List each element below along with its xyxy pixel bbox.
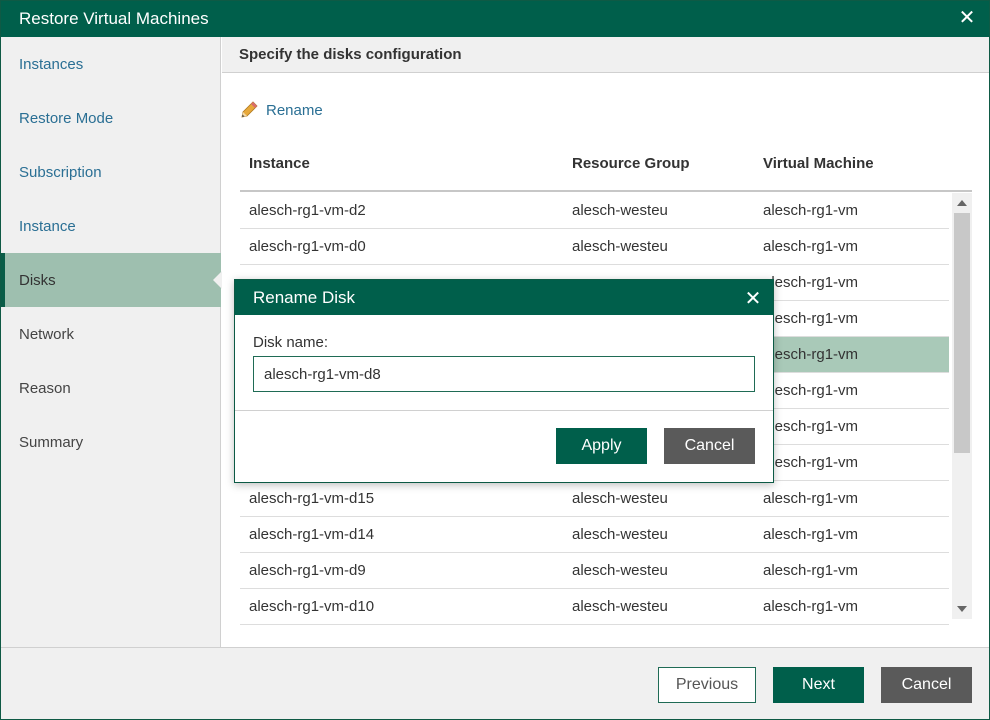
step-label: Reason — [19, 379, 71, 397]
table-row[interactable]: alesch-rg1-vm-d10 alesch-westeu alesch-rg1… — [240, 589, 949, 625]
cell-instance: alesch-rg1-vm-d2 — [249, 202, 366, 219]
cell-resource-group: alesch-westeu — [572, 562, 668, 579]
restore-vm-wizard: Restore Virtual Machines ✕ Instances Res… — [0, 0, 990, 720]
cell-virtual-machine: alesch-rg1-vm — [763, 490, 859, 507]
table-row[interactable]: alesch-rg1-vm-d9 alesch-westeu alesch-rg1-… — [240, 553, 949, 589]
cell-virtual-machine: alesch-rg1-vm — [763, 562, 859, 579]
col-resource-group[interactable]: Resource Group — [572, 155, 690, 172]
close-icon[interactable]: ✕ — [957, 8, 977, 28]
dialog-cancel-button[interactable]: Cancel — [664, 428, 755, 464]
cell-virtual-machine: alesch-rg1-vm — [763, 418, 859, 435]
disk-name-input[interactable] — [253, 356, 755, 392]
step-instance[interactable]: Instance — [1, 199, 221, 253]
disks-table-header: Instance Resource Group Virtual Machine — [240, 147, 972, 192]
cell-resource-group: alesch-westeu — [572, 490, 668, 507]
step-disks[interactable]: Disks — [1, 253, 222, 307]
step-reason: Reason — [1, 361, 221, 415]
rename-label: Rename — [266, 101, 323, 119]
title-bar: Restore Virtual Machines ✕ — [1, 1, 989, 37]
step-label: Subscription — [19, 163, 102, 181]
cell-virtual-machine: alesch-rg1-vm — [763, 274, 859, 291]
cell-instance: alesch-rg1-vm-d0 — [249, 238, 366, 255]
col-virtual-machine[interactable]: Virtual Machine — [763, 155, 874, 172]
previous-button[interactable]: Previous — [658, 667, 756, 703]
window-title: Restore Virtual Machines — [19, 9, 209, 28]
step-label: Summary — [19, 433, 84, 451]
cell-resource-group: alesch-westeu — [572, 202, 668, 219]
cell-virtual-machine: alesch-rg1-vm — [763, 526, 859, 543]
step-label: Instance — [19, 217, 76, 235]
step-restore-mode[interactable]: Restore Mode — [1, 91, 221, 145]
step-label: Network — [19, 325, 75, 343]
wizard-steps-sidebar: Instances Restore Mode Subscription Inst… — [1, 37, 222, 647]
col-instance[interactable]: Instance — [249, 155, 310, 172]
dialog-title: Rename Disk — [253, 287, 356, 307]
scroll-down-icon[interactable] — [957, 606, 967, 612]
cell-virtual-machine: alesch-rg1-vm — [763, 346, 859, 363]
cancel-button[interactable]: Cancel — [881, 667, 972, 703]
scroll-thumb[interactable] — [954, 213, 970, 453]
rename-disk-dialog: Rename Disk ✕ Disk name: Apply Cancel — [234, 279, 774, 483]
cell-resource-group: alesch-westeu — [572, 526, 668, 543]
table-row[interactable]: alesch-rg1-vm-d2 alesch-westeu alesch-rg1-… — [240, 193, 949, 229]
cell-instance: alesch-rg1-vm-d10 — [249, 598, 375, 615]
table-row[interactable]: alesch-rg1-vm-d15 alesch-westeu alesch-rg1… — [240, 481, 949, 517]
table-scrollbar[interactable] — [952, 193, 972, 619]
apply-button[interactable]: Apply — [556, 428, 647, 464]
pencil-icon — [241, 101, 258, 118]
cell-virtual-machine: alesch-rg1-vm — [763, 202, 859, 219]
scroll-up-icon[interactable] — [957, 200, 967, 206]
dialog-title-bar: Rename Disk ✕ — [235, 280, 773, 315]
next-button[interactable]: Next — [773, 667, 864, 703]
cell-instance: alesch-rg1-vm-d9 — [249, 562, 366, 579]
cell-virtual-machine: alesch-rg1-vm — [763, 382, 859, 399]
table-row[interactable]: alesch-rg1-vm-d0 alesch-westeu alesch-rg1-… — [240, 229, 949, 265]
cell-instance: alesch-rg1-vm-d15 — [249, 490, 375, 507]
table-row[interactable]: alesch-rg1-vm-d14 alesch-westeu alesch-rg1… — [240, 517, 949, 553]
cell-virtual-machine: alesch-rg1-vm — [763, 598, 859, 615]
step-label: Restore Mode — [19, 109, 114, 127]
disk-name-label: Disk name: — [253, 334, 329, 351]
cell-instance: alesch-rg1-vm-d14 — [249, 526, 375, 543]
step-label: Disks — [19, 271, 56, 289]
step-summary: Summary — [1, 415, 221, 469]
step-subscription[interactable]: Subscription — [1, 145, 221, 199]
dialog-divider — [235, 410, 773, 411]
cell-resource-group: alesch-westeu — [572, 238, 668, 255]
cell-virtual-machine: alesch-rg1-vm — [763, 454, 859, 471]
page-title: Specify the disks configuration — [222, 37, 989, 73]
close-icon[interactable]: ✕ — [743, 286, 763, 310]
step-instances[interactable]: Instances — [1, 37, 221, 91]
step-label: Instances — [19, 55, 84, 73]
cell-resource-group: alesch-westeu — [572, 598, 668, 615]
step-network: Network — [1, 307, 221, 361]
wizard-footer: Previous Next Cancel — [1, 647, 989, 719]
cell-virtual-machine: alesch-rg1-vm — [763, 238, 859, 255]
rename-button[interactable]: Rename — [239, 99, 323, 121]
cell-virtual-machine: alesch-rg1-vm — [763, 310, 859, 327]
